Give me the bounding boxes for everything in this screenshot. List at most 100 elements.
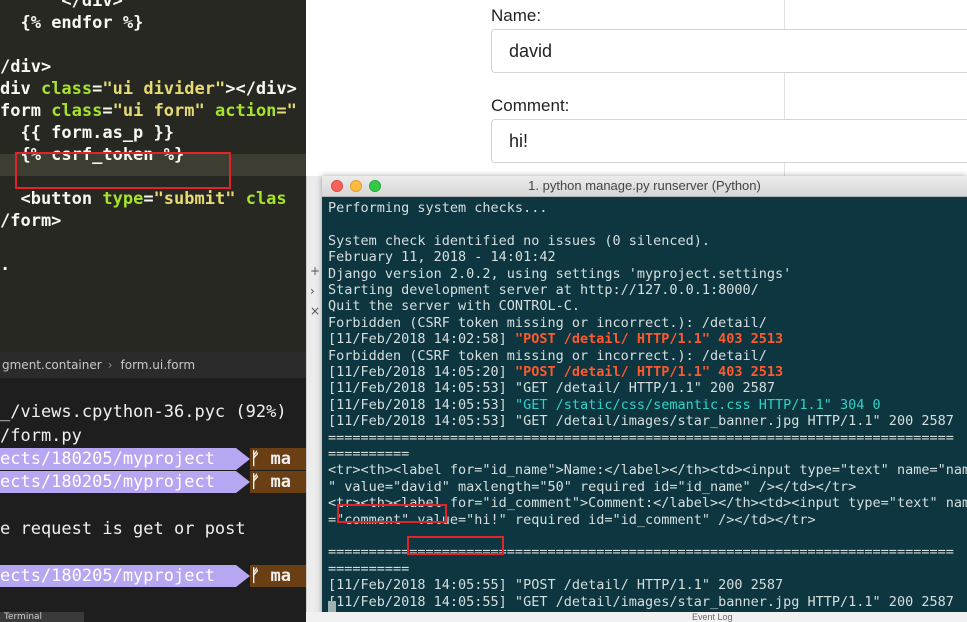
terminal-text: Django version 2.0.2, using settings 'my… (328, 265, 792, 282)
event-log-link[interactable]: Event Log (692, 612, 733, 622)
terminal-line: Forbidden (CSRF token missing or incorre… (328, 348, 767, 364)
code-token: . (0, 255, 11, 275)
csrf-token-highlight-box (15, 152, 231, 189)
code-token: = (92, 79, 103, 99)
code-token: "submit" (153, 189, 236, 209)
shell-prompt: ects/180205/myproject ᚠ ma (0, 565, 306, 587)
breadcrumb-item[interactable]: gment.container (2, 358, 102, 372)
terminal-text: [11/Feb/2018 14:05:53] (328, 396, 515, 413)
chevron-right-icon[interactable]: › (310, 284, 315, 298)
prompt-branch: ᚠ ma (250, 565, 306, 587)
code-editor[interactable]: </div> {% endfor %}/div> div class="ui di… (0, 0, 306, 352)
code-token: =" (276, 101, 297, 121)
terminal-text: [11/Feb/2018 14:02:58] (328, 331, 515, 348)
code-line: <button type="submit" clas (0, 188, 287, 210)
prompt-branch: ᚠ ma (250, 471, 306, 493)
terminal-line: [11/Feb/2018 14:05:55] "GET /detail/imag… (328, 594, 954, 610)
name-label: Name: (491, 6, 542, 25)
comment-label: Comment: (491, 96, 570, 115)
code-token: = (143, 189, 154, 209)
terminal-text: [11/Feb/2018 14:05:53] "GET /detail/ HTT… (328, 380, 776, 397)
value-hi-highlight-box (407, 536, 504, 555)
window-maximize-button[interactable] (369, 180, 381, 192)
name-input[interactable]: david (491, 29, 967, 73)
terminal-line: [11/Feb/2018 14:05:53] "GET /detail/imag… (328, 413, 954, 429)
terminal-line: <tr><th><label for="id_name">Name:</labe… (328, 462, 967, 478)
terminal-line: Django version 2.0.2, using settings 'my… (328, 266, 791, 282)
terminal-text: "POST /detail/ HTTP/1.1" 403 2513 (514, 364, 784, 380)
terminal-text: Forbidden (CSRF token missing or incorre… (328, 347, 767, 364)
code-token: class (51, 101, 103, 121)
terminal-line: ========== (328, 446, 409, 462)
window-minimize-button[interactable] (350, 180, 362, 192)
terminal-line: Forbidden (CSRF token missing or incorre… (328, 315, 767, 331)
terminal-text: [11/Feb/2018 14:05:20] (328, 364, 515, 380)
code-line: {{ form.as_p }} (0, 122, 174, 144)
terminal-text: Quit the server with CONTROL-C. (328, 298, 580, 315)
window-close-button[interactable] (331, 180, 343, 192)
terminal-text: ========== (328, 446, 410, 462)
code-token: {% (0, 13, 52, 33)
terminal-line: /form.py (0, 426, 82, 446)
code-token: type (102, 189, 144, 209)
terminal-line: Performing system checks... (328, 200, 547, 216)
terminal-text: ========================================… (328, 429, 954, 446)
terminal-line: February 11, 2018 - 14:01:42 (328, 249, 556, 265)
code-token: class (40, 79, 93, 99)
comment-input[interactable]: hi! (491, 119, 967, 163)
code-token: /div> (0, 57, 52, 77)
shell-prompt: ects/180205/myproject ᚠ ma (0, 448, 306, 470)
code-token: clas (245, 189, 287, 209)
terminal-line: [11/Feb/2018 14:05:55] "POST /detail/ HT… (328, 577, 783, 593)
terminal-line: [11/Feb/2018 14:05:53] "GET /detail/ HTT… (328, 380, 775, 396)
git-branch-icon: ᚠ (250, 566, 261, 586)
prompt-arrow-icon (236, 448, 250, 470)
code-token: action (215, 101, 277, 121)
terminal-text: [11/Feb/2018 14:05:55] "GET /detail/imag… (328, 593, 954, 610)
code-line: /form> (0, 210, 61, 232)
editor-breadcrumb-bar: gment.container › form.ui.form (0, 352, 306, 378)
terminal-text: ========== (328, 560, 410, 577)
terminal-text: Forbidden (CSRF token missing or incorre… (328, 314, 767, 331)
prompt-path: ects/180205/myproject (0, 448, 236, 470)
code-token: = (102, 101, 113, 121)
code-token: "ui form" (112, 101, 205, 121)
terminal-text: [11/Feb/2018 14:05:53] "GET /detail/imag… (328, 413, 954, 430)
close-icon[interactable]: × (310, 304, 320, 318)
value-david-highlight-box (337, 504, 447, 523)
terminal-text: Performing system checks... (328, 200, 548, 216)
branch-name: ma (270, 449, 291, 469)
code-line: </div> (0, 0, 122, 12)
terminal-titlebar[interactable]: 1. python manage.py runserver (Python) (322, 176, 967, 197)
code-token: "ui divider" (102, 79, 226, 99)
terminal-line: ========== (328, 561, 409, 577)
breadcrumb-item[interactable]: form.ui.form (121, 358, 196, 372)
terminal-line: " value="david" maxlength="50" required … (328, 479, 856, 495)
code-token: %} (112, 13, 144, 33)
terminal-title: 1. python manage.py runserver (Python) (528, 178, 761, 193)
terminal-text: [11/Feb/2018 14:05:55] "POST /detail/ HT… (328, 577, 784, 594)
terminal-line: ========================================… (328, 430, 954, 446)
terminal-text: Starting development server at http://12… (328, 282, 759, 298)
terminal-line: System check identified no issues (0 sil… (328, 233, 710, 249)
terminal-line: _/views.cpython-36.pyc (92%) (0, 402, 287, 422)
terminal-text: <tr><th><label for="id_name">Name:</labe… (328, 462, 967, 479)
background-terminal[interactable]: _/views.cpython-36.pyc (92%) /form.py ec… (0, 378, 306, 622)
breadcrumb-separator: › (107, 358, 113, 372)
branch-name: ma (270, 566, 291, 586)
terminal-text: System check identified no issues (0 sil… (328, 232, 711, 249)
code-line: form class="ui form" action=" (0, 100, 297, 122)
terminal-tab[interactable]: Terminal (0, 612, 84, 622)
terminal-line: [11/Feb/2018 14:05:20] "POST /detail/ HT… (328, 364, 783, 380)
terminal-line: [11/Feb/2018 14:02:58] "POST /detail/ HT… (328, 331, 783, 347)
code-token: <button (0, 189, 103, 209)
terminal-output[interactable]: Performing system checks... System check … (322, 197, 967, 622)
ide-side-panel (306, 176, 323, 622)
ide-status-bar (306, 612, 967, 622)
terminal-window[interactable]: 1. python manage.py runserver (Python) P… (322, 176, 967, 622)
terminal-text: " value="david" maxlength="50" required … (328, 478, 857, 495)
prompt-path: ects/180205/myproject (0, 565, 236, 587)
add-icon[interactable]: + (310, 264, 320, 278)
git-branch-icon: ᚠ (250, 472, 261, 492)
